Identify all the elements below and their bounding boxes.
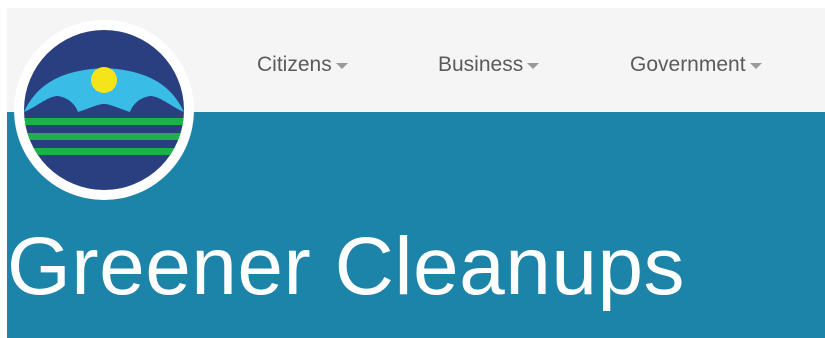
nav-government-dropdown[interactable]: Government [630,53,762,77]
page-title: Greener Cleanups [7,221,686,312]
nav-citizens-dropdown[interactable]: Citizens [257,53,348,77]
caret-down-icon [749,63,762,69]
logo-green-stripe [24,148,184,155]
sun-icon [91,67,117,93]
caret-down-icon [335,63,348,69]
logo-navy-disc [24,30,184,190]
page: Citizens Business Government Greener Cle… [0,0,825,338]
sun-over-hills-logo-icon[interactable] [14,20,194,200]
logo-green-stripe [24,118,184,125]
nav-business-label: Business [438,53,524,76]
logo-green-stripe [24,133,184,140]
nav-business-dropdown[interactable]: Business [438,53,540,77]
caret-down-icon [527,63,540,69]
nav-citizens-label: Citizens [257,53,332,76]
nav-government-label: Government [630,53,746,76]
